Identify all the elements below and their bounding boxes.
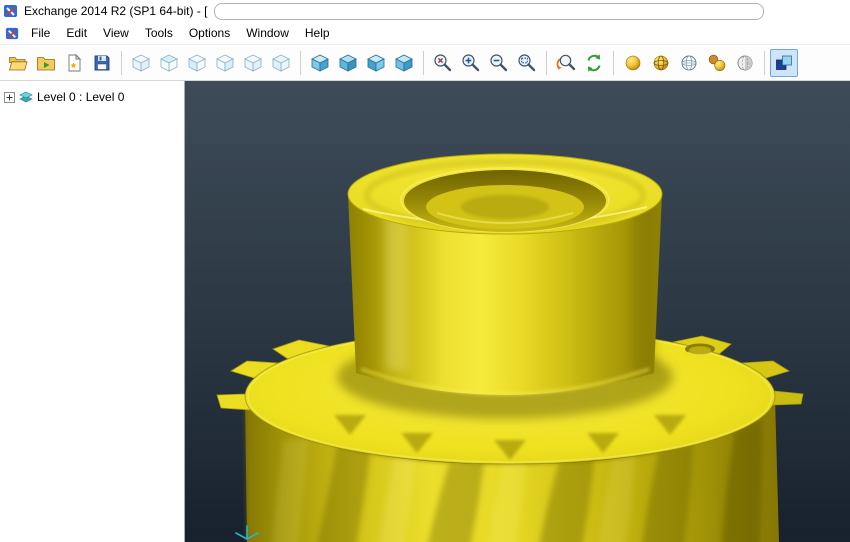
hub-bore [400, 167, 610, 233]
menu-help[interactable]: Help [297, 24, 338, 42]
refresh-view-button[interactable] [580, 49, 608, 77]
wireframe-globe-icon [681, 55, 697, 70]
open-folder-button[interactable] [32, 49, 60, 77]
hub-right-shade [633, 201, 655, 373]
gear-hole [685, 343, 715, 356]
two-spheres-icon [708, 54, 726, 71]
solid-cube-button-2[interactable] [334, 49, 362, 77]
app-icon [3, 3, 19, 19]
zoom-in-icon [462, 53, 480, 71]
zoom-window-button[interactable] [513, 49, 541, 77]
title-bar: Exchange 2014 R2 (SP1 64-bit) - [ [0, 0, 850, 22]
hidden-line-sphere-icon [737, 55, 753, 70]
zoom-tool-button[interactable] [429, 49, 457, 77]
view-cube-button-4[interactable] [211, 49, 239, 77]
save-button[interactable] [88, 49, 116, 77]
toolbar-separator [546, 50, 547, 75]
wire-cube-icon [271, 53, 291, 72]
toolbar-separator [423, 50, 424, 75]
view-cube-button-1[interactable] [127, 49, 155, 77]
main-area: Level 0 : Level 0 [0, 81, 850, 542]
zoom-out-button[interactable] [485, 49, 513, 77]
render-hidden-line-button[interactable] [731, 49, 759, 77]
solid-cube-button-1[interactable] [306, 49, 334, 77]
render-spheres-button[interactable] [703, 49, 731, 77]
window-title: Exchange 2014 R2 (SP1 64-bit) - [ [24, 4, 208, 18]
menu-options[interactable]: Options [181, 24, 238, 42]
solid-cube-button-3[interactable] [362, 49, 390, 77]
view-cube-button-3[interactable] [183, 49, 211, 77]
solid-cube-icon [395, 54, 413, 72]
hub-highlight [385, 203, 407, 371]
menu-view[interactable]: View [95, 24, 137, 42]
zoom-dynamic-button[interactable] [552, 49, 580, 77]
zoom-out-icon [490, 53, 508, 71]
toolbar-separator [300, 50, 301, 75]
toolbar-separator [121, 50, 122, 75]
zoom-window-icon [518, 53, 536, 71]
tree-item-level0[interactable]: Level 0 : Level 0 [0, 90, 184, 104]
open-folder-icon [8, 56, 28, 70]
wire-cube-icon [243, 53, 263, 72]
solid-cube-icon [339, 54, 357, 72]
document-star-icon [68, 53, 82, 71]
import-file-button[interactable] [60, 49, 88, 77]
tree-expander-icon[interactable] [4, 91, 15, 103]
solid-cube-button-4[interactable] [390, 49, 418, 77]
refresh-icon [587, 53, 601, 72]
solid-cube-icon [367, 54, 385, 72]
wire-cube-icon [159, 53, 179, 72]
open-file-button[interactable] [4, 49, 32, 77]
viewport-container [185, 81, 850, 542]
model-tree-panel: Level 0 : Level 0 [0, 81, 185, 542]
document-title-box [214, 2, 765, 20]
shaded-sphere-icon [625, 55, 641, 70]
menu-file[interactable]: File [23, 24, 58, 42]
tree-item-label: Level 0 : Level 0 [37, 90, 125, 104]
magnifier-x-icon [434, 53, 452, 71]
floppy-disk-icon [94, 55, 110, 70]
wire-cube-icon [215, 53, 235, 72]
menu-bar: File Edit View Tools Options Window Help [0, 22, 850, 44]
menu-tools[interactable]: Tools [137, 24, 181, 42]
menu-edit[interactable]: Edit [58, 24, 95, 42]
folder-arrow-icon [37, 56, 55, 70]
render-shaded-edges-button[interactable] [647, 49, 675, 77]
layout-squares-icon [776, 55, 792, 70]
main-toolbar [0, 44, 850, 81]
solid-cube-icon [311, 54, 329, 72]
zoom-in-button[interactable] [457, 49, 485, 77]
viewport-layout-button[interactable] [770, 48, 798, 77]
wire-cube-icon [131, 53, 151, 72]
view-cube-button-2[interactable] [155, 49, 183, 77]
toolbar-separator [764, 50, 765, 75]
render-wireframe-button[interactable] [675, 49, 703, 77]
toolbar-separator [613, 50, 614, 75]
layers-icon [19, 91, 33, 103]
menu-window[interactable]: Window [238, 24, 297, 42]
render-shaded-button[interactable] [619, 49, 647, 77]
magnifier-orbit-icon [556, 54, 576, 70]
shaded-edges-sphere-icon [653, 55, 669, 70]
wire-cube-icon [187, 53, 207, 72]
document-icon [3, 25, 21, 41]
view-cube-button-5[interactable] [239, 49, 267, 77]
view-cube-button-6[interactable] [267, 49, 295, 77]
3d-viewport[interactable] [185, 81, 850, 542]
